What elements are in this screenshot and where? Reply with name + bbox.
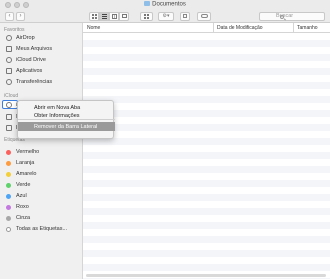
tag-color-dot bbox=[6, 215, 11, 221]
gear-icon: ⚙▾ bbox=[162, 13, 170, 19]
icloud-icon bbox=[6, 102, 12, 108]
column-name-header[interactable]: Nome bbox=[87, 25, 100, 31]
tags-button[interactable] bbox=[197, 11, 211, 21]
search-icon bbox=[280, 14, 284, 19]
file-list: Nome Data de Modificação Tamanho bbox=[83, 23, 330, 279]
sidebar-item-airdrop[interactable]: AirDrop bbox=[6, 33, 35, 43]
column-header: Nome Data de Modificação Tamanho bbox=[83, 23, 330, 33]
share-button[interactable] bbox=[180, 11, 190, 21]
column-view-button[interactable] bbox=[109, 11, 119, 21]
sidebar-tag-gray[interactable]: Cinza bbox=[6, 213, 30, 223]
window-title: Documentos bbox=[0, 1, 330, 8]
tag-color-dot bbox=[6, 182, 11, 188]
tag-label: Vermelho bbox=[16, 149, 40, 155]
search-field[interactable]: Buscar bbox=[259, 11, 325, 21]
forward-button[interactable]: › bbox=[16, 11, 25, 21]
sidebar-tag-blue[interactable]: Azul bbox=[6, 191, 27, 201]
tag-label: Amarelo bbox=[16, 171, 37, 177]
icloud-icon bbox=[6, 57, 12, 63]
horizontal-scrollbar[interactable] bbox=[86, 274, 326, 277]
back-button[interactable]: ‹ bbox=[5, 11, 14, 21]
gallery-view-button[interactable] bbox=[119, 11, 129, 21]
desktop-icon bbox=[6, 114, 12, 120]
list-icon bbox=[101, 13, 107, 19]
tag-label: Cinza bbox=[16, 215, 31, 221]
toolbar: ‹ › ⚙▾ Buscar bbox=[0, 10, 330, 23]
sidebar-tag-yellow[interactable]: Amarelo bbox=[6, 169, 36, 179]
applications-icon bbox=[6, 68, 12, 74]
tag-label: Laranja bbox=[16, 160, 35, 166]
tag-label: Verde bbox=[16, 182, 31, 188]
title-bar: Documentos bbox=[0, 0, 330, 10]
sidebar-item-label: Aplicativos bbox=[16, 68, 43, 74]
tag-icon bbox=[200, 14, 208, 18]
sidebar-item-label: Transferências bbox=[16, 79, 53, 85]
column-divider[interactable] bbox=[293, 23, 294, 33]
tag-label: Roxo bbox=[16, 204, 29, 210]
airdrop-icon bbox=[6, 35, 12, 41]
tag-color-dot bbox=[6, 149, 11, 155]
tag-label: Azul bbox=[16, 193, 27, 199]
tag-color-dot bbox=[6, 193, 11, 199]
arrange-icon bbox=[144, 13, 149, 19]
sidebar-tag-all[interactable]: Todas as Etiquetas... bbox=[6, 224, 67, 234]
sidebar-item-downloads[interactable]: Transferências bbox=[6, 77, 52, 87]
downloads-icon bbox=[6, 79, 12, 85]
share-icon bbox=[183, 14, 187, 18]
column-size-header[interactable]: Tamanho bbox=[297, 25, 318, 31]
sidebar-item-label: AirDrop bbox=[16, 35, 35, 41]
list-view-button[interactable] bbox=[99, 11, 109, 21]
icloud-header: iCloud bbox=[4, 93, 19, 99]
forward-icon: › bbox=[19, 13, 22, 19]
sidebar-item-applications[interactable]: Aplicativos bbox=[6, 66, 42, 76]
documents-icon bbox=[6, 125, 12, 131]
tag-label: Todas as Etiquetas... bbox=[16, 226, 68, 232]
folder-icon bbox=[144, 1, 151, 6]
sidebar-item-label: iCloud Drive bbox=[16, 57, 46, 63]
tag-color-dot bbox=[6, 171, 11, 177]
tag-color-dot bbox=[6, 160, 11, 166]
finder-window: Documentos ‹ › ⚙▾ Buscar Favoritos AirDr… bbox=[0, 0, 330, 279]
group-button[interactable] bbox=[140, 11, 153, 21]
tag-color-dot bbox=[6, 226, 11, 232]
back-icon: ‹ bbox=[8, 13, 11, 19]
sidebar-tag-purple[interactable]: Roxo bbox=[6, 202, 29, 212]
all-files-icon bbox=[6, 46, 12, 52]
tag-color-dot bbox=[6, 204, 11, 210]
sidebar-tag-green[interactable]: Verde bbox=[6, 180, 30, 190]
sidebar: Favoritos AirDrop Meus Arquivos iCloud D… bbox=[0, 23, 83, 279]
sidebar-item-all-files[interactable]: Meus Arquivos bbox=[6, 44, 52, 54]
grid-icon bbox=[91, 13, 97, 19]
column-modified-header[interactable]: Data de Modificação bbox=[217, 25, 263, 31]
sidebar-tag-orange[interactable]: Laranja bbox=[6, 158, 34, 168]
sidebar-item-label: Meus Arquivos bbox=[16, 46, 53, 52]
cover-flow-icon bbox=[121, 14, 127, 18]
menu-separator bbox=[18, 119, 115, 120]
sidebar-tag-red[interactable]: Vermelho bbox=[6, 147, 39, 157]
window-title-text: Documentos bbox=[152, 1, 186, 8]
sidebar-item-icloud-drive[interactable]: iCloud Drive bbox=[6, 55, 46, 65]
view-mode-segmented bbox=[89, 11, 129, 21]
context-menu: Abrir em Nova Aba Obter Informações Remo… bbox=[17, 100, 115, 139]
icon-view-button[interactable] bbox=[89, 11, 99, 21]
action-menu-button[interactable]: ⚙▾ bbox=[158, 11, 174, 21]
column-divider[interactable] bbox=[213, 23, 214, 33]
menu-item-remove-from-sidebar[interactable]: Remover da Barra Lateral bbox=[18, 122, 115, 131]
columns-icon bbox=[111, 13, 117, 19]
empty-list-rows bbox=[83, 33, 330, 279]
